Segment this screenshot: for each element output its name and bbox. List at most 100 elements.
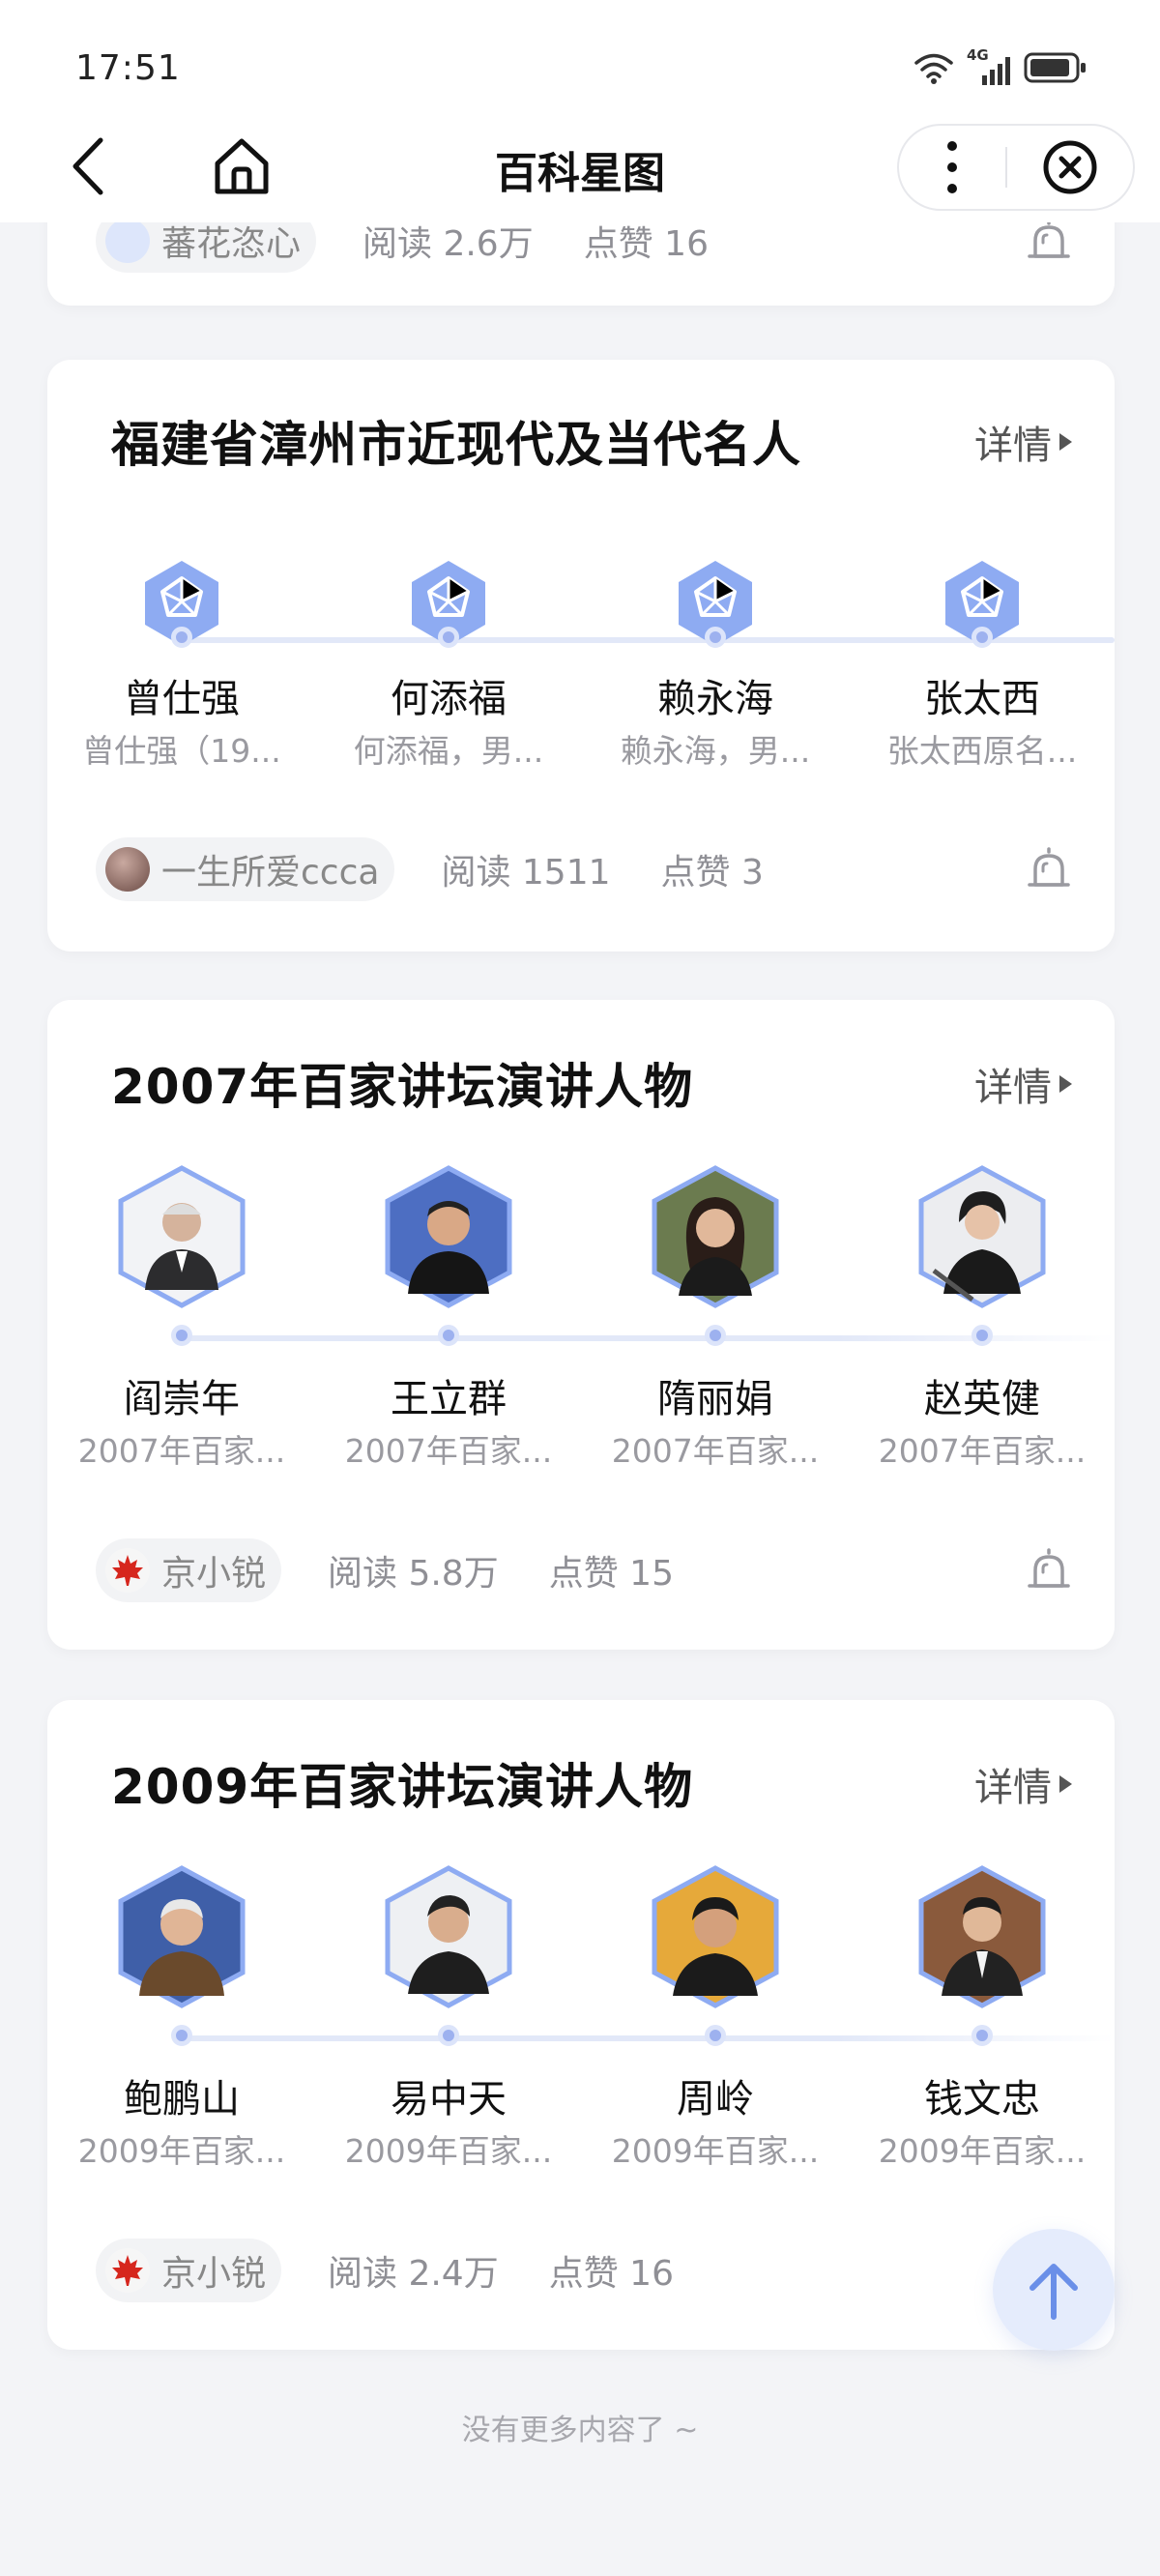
person-name: 阎崇年 — [124, 1377, 240, 1421]
card-title: 2009年百家讲坛演讲人物 — [111, 1759, 694, 1815]
author-chip[interactable]: 京小锐 — [96, 2239, 282, 2302]
person-desc: 2007年百家... — [77, 1432, 286, 1470]
share-button[interactable] — [1026, 218, 1072, 264]
person-desc: 2007年百家... — [878, 1432, 1087, 1470]
person-name: 隋丽娟 — [657, 1377, 773, 1421]
author-name: 京小锐 — [161, 2254, 267, 2294]
star-map-card[interactable]: 福建省漳州市近现代及当代名人 详情 曾仕强 曾仕强（19... 何添福 何添福，… — [47, 360, 1115, 951]
like-count: 点赞 16 — [548, 2254, 674, 2294]
detail-label: 详情 — [974, 1766, 1052, 1810]
card-footer: 一生所爱ccca 阅读 1511 点赞 3 — [96, 837, 1072, 901]
arrow-up-icon — [1030, 2264, 1078, 2320]
star-map-card[interactable]: 2007年百家讲坛演讲人物 详情 阎崇年 2007年百家... 王立群 2007… — [47, 1000, 1115, 1650]
author-name: 京小锐 — [161, 1554, 267, 1594]
caret-right-icon — [1059, 1075, 1072, 1093]
portrait-image — [118, 1865, 246, 2008]
home-button[interactable] — [203, 132, 280, 200]
scroll-to-top-button[interactable] — [993, 2229, 1115, 2351]
person-desc: 2007年百家... — [611, 1432, 820, 1470]
read-count: 阅读 1511 — [441, 853, 611, 893]
person-photo — [650, 1164, 781, 1309]
timeline-dot — [171, 627, 192, 648]
star-map-card[interactable]: 2009年百家讲坛演讲人物 详情 鲍鹏山 2009年百家... 易中天 2009… — [47, 1700, 1115, 2350]
wifi-icon — [914, 53, 953, 84]
portrait-image — [385, 1865, 512, 2008]
detail-link[interactable]: 详情 — [974, 414, 1072, 470]
timeline-dot — [705, 2025, 726, 2046]
person-name: 周岭 — [677, 2077, 754, 2122]
share-button[interactable] — [1026, 846, 1072, 893]
detail-link[interactable]: 详情 — [974, 1056, 1072, 1112]
person-photo — [916, 1164, 1048, 1309]
alarm-bell-icon — [1028, 847, 1070, 887]
signal-bar — [990, 70, 995, 85]
network-type-label: 4G — [967, 46, 989, 64]
caret-right-icon — [1059, 433, 1072, 451]
timeline-dot — [438, 1325, 459, 1346]
status-icons: 4G — [913, 46, 1088, 85]
person-desc: 2009年百家... — [611, 2132, 820, 2170]
author-name: 一生所爱ccca — [161, 853, 380, 893]
share-button[interactable] — [1026, 1547, 1072, 1594]
alarm-bell-icon — [1028, 1548, 1070, 1588]
read-count: 阅读 5.8万 — [328, 1554, 499, 1594]
back-button[interactable] — [53, 132, 121, 200]
status-time: 17:51 — [75, 48, 181, 88]
timeline-dot — [171, 1325, 192, 1346]
read-count: 阅读 2.6万 — [362, 224, 534, 264]
timeline-dot — [705, 1325, 726, 1346]
person-photo — [650, 1864, 781, 2009]
portrait-image — [652, 1865, 779, 2008]
person-photo — [383, 1164, 514, 1309]
person-desc: 2009年百家... — [344, 2132, 553, 2170]
battery-icon — [1024, 52, 1086, 83]
person-photo — [116, 1864, 247, 2009]
caret-right-icon — [1059, 1775, 1072, 1793]
person-desc: 何添福，男... — [353, 732, 544, 770]
person-photo — [116, 1164, 247, 1309]
person-photo — [916, 1864, 1048, 2009]
portrait-image — [118, 1165, 246, 1308]
person-name: 赵英健 — [924, 1377, 1040, 1421]
person-name: 张太西 — [924, 677, 1040, 721]
card-footer: 京小锐 阅读 2.4万 点赞 16 — [96, 2239, 1072, 2302]
detail-label: 详情 — [974, 1066, 1052, 1110]
person-desc: 张太西原名... — [886, 732, 1078, 770]
timeline-dot — [171, 2025, 192, 2046]
top-bar: 17:51 4G 百科星图 — [0, 0, 1160, 222]
timeline-dot — [972, 627, 993, 648]
like-count: 点赞 16 — [583, 224, 709, 264]
end-of-list-text: 没有更多内容了 ~ — [461, 2414, 699, 2447]
portrait-image — [918, 1865, 1046, 2008]
like-count: 点赞 15 — [548, 1554, 674, 1594]
person-name: 鲍鹏山 — [124, 2077, 240, 2122]
signal-bar — [982, 75, 987, 85]
home-icon — [215, 138, 269, 194]
person-name: 何添福 — [391, 677, 507, 721]
more-button[interactable] — [899, 124, 1005, 211]
author-chip[interactable]: 一生所爱ccca — [96, 837, 395, 901]
signal-bar — [1005, 57, 1010, 85]
avatar — [105, 219, 150, 263]
maple-leaf-icon — [112, 1555, 143, 1586]
timeline-dot — [705, 627, 726, 648]
maple-leaf-avatar — [105, 1548, 150, 1593]
close-button[interactable] — [1007, 124, 1133, 211]
signal-icon: 4G — [967, 46, 1010, 85]
person-name: 钱文忠 — [924, 2077, 1040, 2122]
author-name: 蕃花恣心 — [161, 224, 302, 264]
card-title: 福建省漳州市近现代及当代名人 — [111, 417, 801, 473]
chevron-left-icon — [72, 137, 103, 195]
person-desc: 曾仕强（19... — [82, 732, 281, 770]
portrait-image — [652, 1165, 779, 1308]
person-name: 王立群 — [391, 1377, 507, 1421]
detail-link[interactable]: 详情 — [974, 1756, 1072, 1812]
person-photo — [383, 1864, 514, 2009]
maple-leaf-icon — [112, 2255, 143, 2286]
author-chip[interactable]: 京小锐 — [96, 1538, 282, 1602]
timeline-dot — [972, 2025, 993, 2046]
timeline-dot — [972, 1325, 993, 1346]
alarm-bell-icon — [1028, 219, 1070, 258]
detail-label: 详情 — [974, 424, 1052, 468]
person-desc: 2009年百家... — [77, 2132, 286, 2170]
